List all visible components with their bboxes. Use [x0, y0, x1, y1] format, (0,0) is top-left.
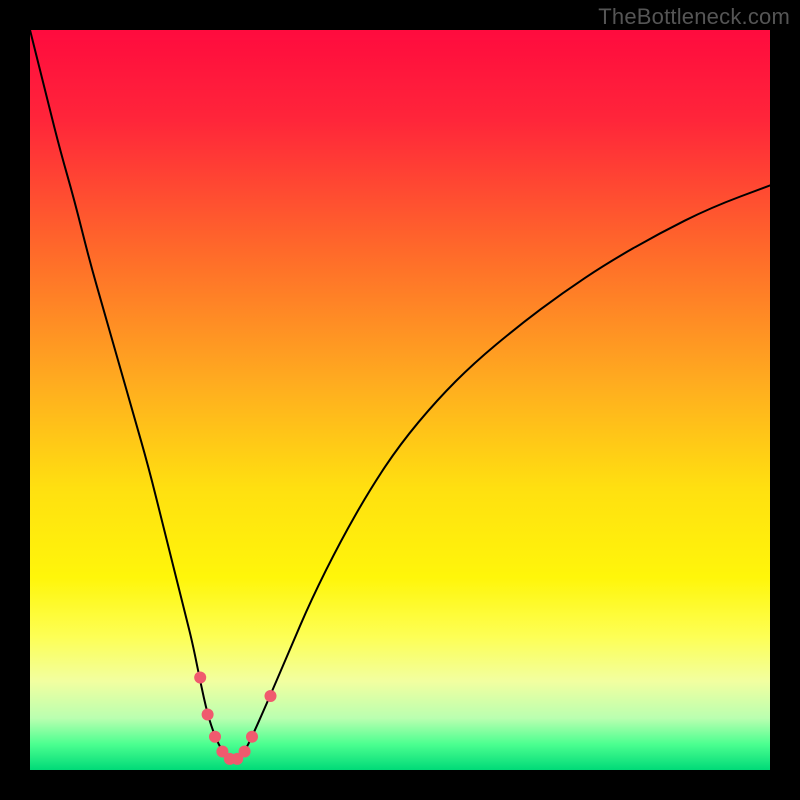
highlight-point — [239, 746, 251, 758]
highlight-point — [202, 709, 214, 721]
highlight-point — [194, 672, 206, 684]
highlight-point — [265, 690, 277, 702]
highlight-point — [246, 731, 258, 743]
highlight-point — [209, 731, 221, 743]
chart-frame: TheBottleneck.com — [0, 0, 800, 800]
watermark-text: TheBottleneck.com — [598, 4, 790, 30]
bottleneck-chart — [0, 0, 800, 800]
plot-background — [30, 30, 770, 770]
